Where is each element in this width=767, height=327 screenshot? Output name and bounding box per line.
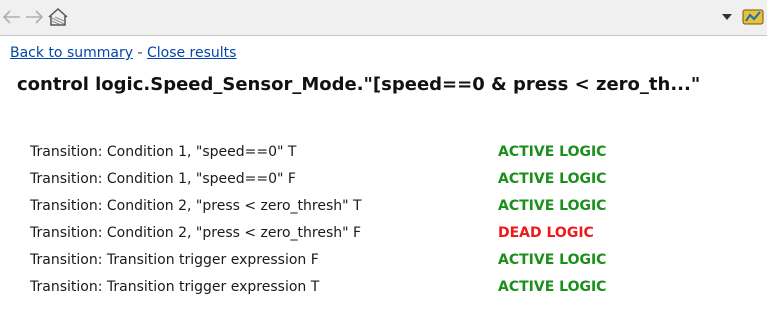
chevron-down-icon[interactable] — [719, 6, 735, 28]
page-title: control logic.Speed_Sensor_Mode."[speed=… — [17, 74, 701, 95]
result-row: Transition: Condition 1, "speed==0" T AC… — [30, 139, 730, 166]
status-label: ACTIVE LOGIC — [498, 198, 607, 214]
back-to-summary-link[interactable]: Back to summary — [10, 45, 133, 61]
result-row: Transition: Transition trigger expressio… — [30, 274, 730, 301]
forward-arrow-icon[interactable] — [24, 6, 44, 28]
status-label: ACTIVE LOGIC — [498, 252, 607, 268]
close-results-link[interactable]: Close results — [147, 45, 237, 61]
status-label: DEAD LOGIC — [498, 225, 594, 241]
result-row: Transition: Condition 1, "speed==0" F AC… — [30, 166, 730, 193]
home-icon[interactable] — [46, 6, 70, 28]
back-arrow-icon[interactable] — [2, 6, 22, 28]
result-description: Transition: Condition 2, "press < zero_t… — [30, 225, 362, 241]
navigation-links: Back to summary - Close results — [10, 44, 236, 62]
toolbar — [0, 0, 767, 36]
result-description: Transition: Condition 1, "speed==0" T — [30, 144, 297, 160]
link-separator: - — [133, 45, 147, 61]
status-label: ACTIVE LOGIC — [498, 171, 607, 187]
status-label: ACTIVE LOGIC — [498, 279, 607, 295]
results-panel: Back to summary - Close results control … — [0, 36, 767, 327]
result-description: Transition: Transition trigger expressio… — [30, 279, 320, 295]
result-description: Transition: Condition 2, "press < zero_t… — [30, 198, 362, 214]
result-row: Transition: Condition 2, "press < zero_t… — [30, 220, 730, 247]
status-label: ACTIVE LOGIC — [498, 144, 607, 160]
report-app-icon[interactable] — [739, 6, 767, 28]
result-description: Transition: Transition trigger expressio… — [30, 252, 319, 268]
result-row: Transition: Condition 2, "press < zero_t… — [30, 193, 730, 220]
result-row: Transition: Transition trigger expressio… — [30, 247, 730, 274]
results-list: Transition: Condition 1, "speed==0" T AC… — [30, 139, 730, 301]
result-description: Transition: Condition 1, "speed==0" F — [30, 171, 296, 187]
